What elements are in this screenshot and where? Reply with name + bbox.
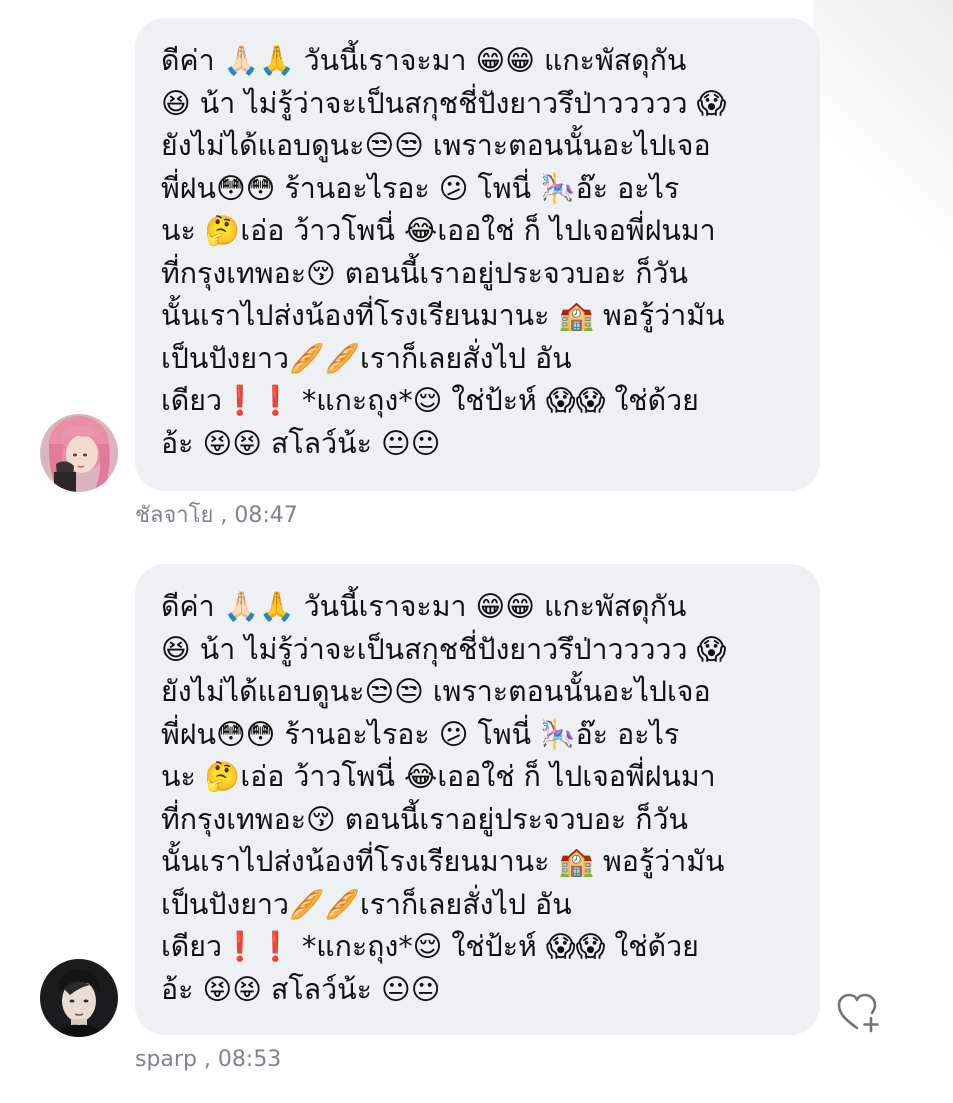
- sender-name[interactable]: sparp: [135, 1047, 197, 1072]
- message-line: นะ 🤔เอ่อ ว้าวโพนี่ 😂เออใช่ ก็ ไปเจอพี่ฝน…: [161, 214, 716, 247]
- avatar[interactable]: [40, 959, 118, 1037]
- message-line: พี่ฝน😳😳 ร้านอะไรอะ 😕 โพนี่ 🎠อ๊ะ อะไร: [161, 171, 680, 205]
- message-line: เดียว❗❗ *แกะถุง*😌 ใช่ป้ะห์ 😱😱 ใช่ด้วย: [161, 384, 699, 417]
- message-meta: ชัลจาโย , 08:47: [135, 503, 298, 529]
- message-line: นั้นเราไปส่งน้องที่โรงเรียนมานะ 🏫 พอรู้ว…: [161, 299, 725, 332]
- message-line: พี่ฝน😳😳 ร้านอะไรอะ 😕 โพนี่ 🎠อ๊ะ อะไร: [161, 717, 680, 751]
- background-shade: [813, 0, 953, 260]
- sender-name[interactable]: ชัลจาโย: [135, 503, 213, 528]
- message-line: ดีค่า 🙏🏻🙏 วันนี้เราจะมา 😁😁 แกะพัสดุกัน: [161, 590, 687, 623]
- message-line: อ้ะ 😝😝 สโลว์น้ะ 😐😐: [161, 972, 441, 1006]
- message-line: ยังไม่ได้แอบดูนะ😒😒 เพราะตอนนั้นอะไปเจอ: [161, 129, 711, 162]
- message-bubble[interactable]: ดีค่า 🙏🏻🙏 วันนี้เราจะมา 😁😁 แกะพัสดุกัน 😆…: [135, 564, 820, 1035]
- message-line: 😆 น้า ไม่รู้ว่าจะเป็นสกุชชี่ปังยาวรึป่าว…: [161, 632, 727, 666]
- avatar-pink-hair-icon: [40, 414, 118, 492]
- message-line: เดียว❗❗ *แกะถุง*😌 ใช่ป้ะห์ 😱😱 ใช่ด้วย: [161, 930, 699, 963]
- heart-plus-icon[interactable]: [836, 992, 884, 1034]
- timestamp: , 08:53: [203, 1047, 282, 1072]
- message-line: อ้ะ 😝😝 สโลว์น้ะ 😐😐: [161, 426, 441, 460]
- message-line: ที่กรุงเทพอะ😚 ตอนนี้เราอยู่ประจวบอะ ก็วั…: [161, 256, 688, 290]
- message-line: เป็นปังยาว🥖🥖เราก็เลยสั่งไป อัน: [161, 341, 572, 375]
- message-line: ดีค่า 🙏🏻🙏 วันนี้เราจะมา 😁😁 แกะพัสดุกัน: [161, 44, 687, 77]
- avatar-dark-hair-icon: [40, 959, 118, 1037]
- avatar[interactable]: [40, 414, 118, 492]
- message-meta: sparp , 08:53: [135, 1047, 281, 1073]
- message-line: เป็นปังยาว🥖🥖เราก็เลยสั่งไป อัน: [161, 887, 572, 921]
- message-line: นะ 🤔เอ่อ ว้าวโพนี่ 😂เออใช่ ก็ ไปเจอพี่ฝน…: [161, 760, 716, 793]
- message-line: ยังไม่ได้แอบดูนะ😒😒 เพราะตอนนั้นอะไปเจอ: [161, 675, 711, 708]
- message-line: 😆 น้า ไม่รู้ว่าจะเป็นสกุชชี่ปังยาวรึป่าว…: [161, 86, 727, 120]
- message-line: ที่กรุงเทพอะ😚 ตอนนี้เราอยู่ประจวบอะ ก็วั…: [161, 802, 688, 836]
- message-line: นั้นเราไปส่งน้องที่โรงเรียนมานะ 🏫 พอรู้ว…: [161, 845, 725, 878]
- message-bubble[interactable]: ดีค่า 🙏🏻🙏 วันนี้เราจะมา 😁😁 แกะพัสดุกัน 😆…: [135, 18, 820, 491]
- timestamp: , 08:47: [220, 503, 298, 528]
